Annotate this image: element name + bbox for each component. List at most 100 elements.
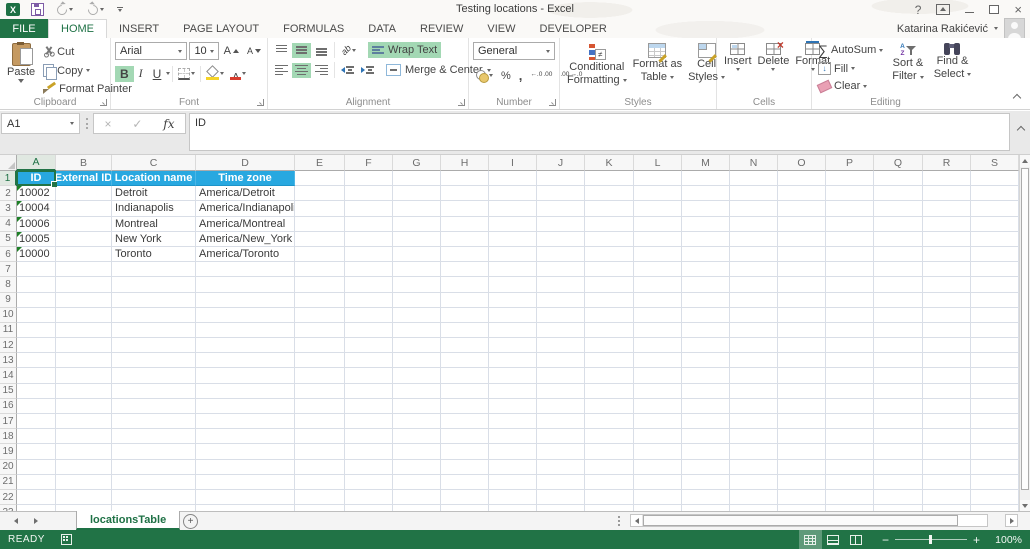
column-header-H[interactable]: H: [441, 155, 489, 171]
cell-Q6[interactable]: [874, 246, 923, 263]
cell-R14[interactable]: [923, 368, 971, 384]
wrap-text-button[interactable]: Wrap Text: [368, 42, 442, 58]
cell-F2[interactable]: [345, 186, 393, 202]
cell-F1[interactable]: [345, 171, 393, 187]
cell-L20[interactable]: [634, 459, 682, 475]
cell-F15[interactable]: [345, 383, 393, 399]
cell-A7[interactable]: [17, 262, 56, 278]
cell-I7[interactable]: [489, 262, 537, 278]
tab-review[interactable]: REVIEW: [408, 19, 475, 38]
cell-C14[interactable]: [112, 368, 196, 384]
cell-F21[interactable]: [345, 474, 393, 490]
cell-G4[interactable]: [393, 216, 441, 232]
cell-E21[interactable]: [295, 474, 345, 490]
cell-A13[interactable]: [17, 353, 56, 369]
cell-E9[interactable]: [295, 292, 345, 308]
cell-Q21[interactable]: [874, 474, 923, 490]
cell-C8[interactable]: [112, 277, 196, 293]
cell-D12[interactable]: [196, 338, 295, 354]
align-right-button[interactable]: [312, 63, 331, 78]
cell-E20[interactable]: [295, 459, 345, 475]
cell-J8[interactable]: [537, 277, 585, 293]
row-header-17[interactable]: 17: [0, 414, 17, 430]
column-header-F[interactable]: F: [345, 155, 393, 171]
column-header-G[interactable]: G: [393, 155, 441, 171]
cell-J20[interactable]: [537, 459, 585, 475]
cell-R4[interactable]: [923, 216, 971, 232]
cell-N4[interactable]: [730, 216, 778, 232]
cell-J22[interactable]: [537, 489, 585, 506]
cell-Q13[interactable]: [874, 353, 923, 369]
cell-D21[interactable]: [196, 474, 295, 490]
cell-F20[interactable]: [345, 459, 393, 475]
cell-B19[interactable]: [56, 444, 112, 460]
cell-L16[interactable]: [634, 398, 682, 414]
cell-C15[interactable]: [112, 383, 196, 399]
minimize-icon[interactable]: [965, 11, 975, 14]
cell-S22[interactable]: [971, 489, 1019, 506]
cell-S4[interactable]: [971, 216, 1019, 232]
cell-G1[interactable]: [393, 171, 441, 187]
cell-M4[interactable]: [682, 216, 730, 232]
cell-B12[interactable]: [56, 338, 112, 354]
increase-indent-button[interactable]: [358, 63, 377, 78]
cell-H15[interactable]: [441, 383, 489, 399]
cell-F12[interactable]: [345, 338, 393, 354]
cell-H3[interactable]: [441, 201, 489, 217]
italic-button[interactable]: I: [134, 65, 148, 82]
cell-P3[interactable]: [826, 201, 874, 217]
cell-N11[interactable]: [730, 322, 778, 339]
cell-E18[interactable]: [295, 429, 345, 445]
previous-sheet-icon[interactable]: [14, 518, 18, 524]
tab-scrollbar-splitter[interactable]: [618, 516, 620, 526]
cell-M15[interactable]: [682, 383, 730, 399]
cell-F10[interactable]: [345, 307, 393, 323]
column-header-C[interactable]: C: [112, 155, 196, 171]
cell-L13[interactable]: [634, 353, 682, 369]
tab-developer[interactable]: DEVELOPER: [528, 19, 619, 38]
cell-C13[interactable]: [112, 353, 196, 369]
cell-Q1[interactable]: [874, 171, 923, 187]
cell-R10[interactable]: [923, 307, 971, 323]
font-dialog-launcher[interactable]: [257, 99, 264, 106]
cell-K15[interactable]: [585, 383, 634, 399]
cell-N16[interactable]: [730, 398, 778, 414]
cell-E6[interactable]: [295, 246, 345, 263]
cell-L21[interactable]: [634, 474, 682, 490]
cell-R17[interactable]: [923, 414, 971, 430]
sort-filter-button[interactable]: AZ Sort & Filter: [889, 42, 926, 93]
cell-A21[interactable]: [17, 474, 56, 490]
clear-button[interactable]: Clear: [816, 79, 885, 93]
cell-D8[interactable]: [196, 277, 295, 293]
cell-N15[interactable]: [730, 383, 778, 399]
font-size-combo[interactable]: 10: [189, 42, 219, 60]
cell-G8[interactable]: [393, 277, 441, 293]
zoom-slider[interactable]: [894, 534, 967, 544]
cell-B18[interactable]: [56, 429, 112, 445]
cell-N18[interactable]: [730, 429, 778, 445]
cell-J19[interactable]: [537, 444, 585, 460]
number-format-combo[interactable]: General: [473, 42, 555, 60]
horizontal-scrollbar[interactable]: [630, 514, 988, 527]
cell-C9[interactable]: [112, 292, 196, 308]
cell-F14[interactable]: [345, 368, 393, 384]
cell-L3[interactable]: [634, 201, 682, 217]
cell-N8[interactable]: [730, 277, 778, 293]
cell-K13[interactable]: [585, 353, 634, 369]
cell-G14[interactable]: [393, 368, 441, 384]
cell-Q10[interactable]: [874, 307, 923, 323]
cell-N21[interactable]: [730, 474, 778, 490]
cell-H21[interactable]: [441, 474, 489, 490]
cell-H2[interactable]: [441, 186, 489, 202]
cell-I10[interactable]: [489, 307, 537, 323]
cell-E22[interactable]: [295, 489, 345, 506]
cell-H12[interactable]: [441, 338, 489, 354]
cell-J14[interactable]: [537, 368, 585, 384]
cell-B13[interactable]: [56, 353, 112, 369]
cell-A8[interactable]: [17, 277, 56, 293]
cell-M20[interactable]: [682, 459, 730, 475]
cell-I21[interactable]: [489, 474, 537, 490]
cell-A17[interactable]: [17, 414, 56, 430]
cell-N9[interactable]: [730, 292, 778, 308]
cell-C2[interactable]: Detroit: [112, 186, 196, 202]
